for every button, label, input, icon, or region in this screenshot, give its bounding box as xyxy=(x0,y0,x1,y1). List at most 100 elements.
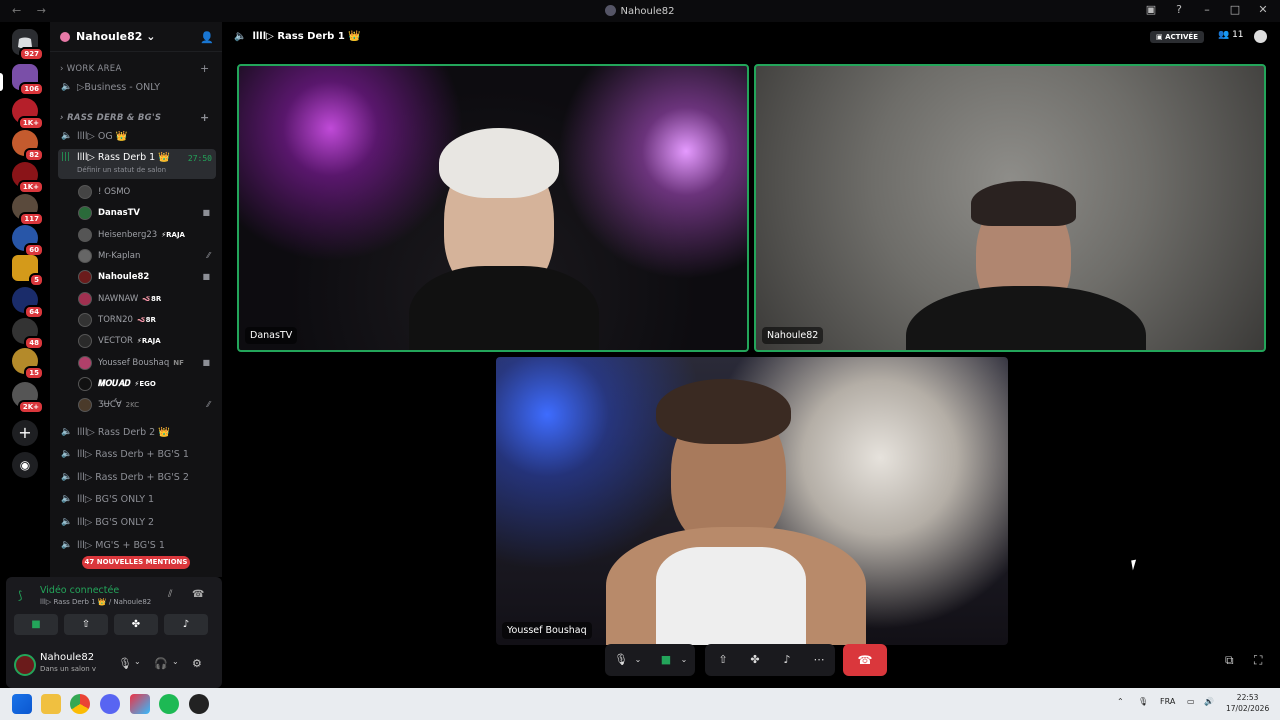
server-icon[interactable]: 2K+ xyxy=(12,382,44,414)
soundboard-button[interactable]: ♪ xyxy=(164,614,208,635)
server-icon[interactable]: 64 xyxy=(12,287,44,319)
channel-label: llll▷ Rass Derb 2 👑 xyxy=(77,426,171,438)
camera-icon: ■ xyxy=(202,272,210,281)
server-icon[interactable]: 5 xyxy=(12,255,44,287)
file-explorer-icon[interactable] xyxy=(41,694,61,714)
channel-rass-bg-2[interactable]: 🔈 lll▷ Rass Derb + BG'S 2 xyxy=(58,467,216,487)
signal-icon[interactable]: ⟆ xyxy=(18,589,22,602)
voice-user[interactable]: Mr-Kaplan ⁄⁄ xyxy=(78,245,216,266)
more-icon[interactable]: ⋯ xyxy=(805,644,833,676)
camera-icon[interactable]: ■ xyxy=(655,644,677,676)
fullscreen-icon[interactable]: ⛶ xyxy=(1254,653,1262,668)
screen-share-icon[interactable]: ⇧ xyxy=(709,644,737,676)
server-icon[interactable]: 60 xyxy=(12,225,44,257)
discord-icon[interactable] xyxy=(100,694,120,714)
start-icon[interactable] xyxy=(12,694,32,714)
tray-mic-icon[interactable]: 🎙 xyxy=(1138,697,1148,706)
disconnect-icon[interactable]: ☎ xyxy=(192,589,204,600)
channel-label: lll▷ Rass Derb + BG'S 2 xyxy=(77,471,189,483)
chevron-down-icon[interactable]: ⌄ xyxy=(134,657,141,666)
user-name[interactable]: Nahoule82 xyxy=(40,652,94,663)
channel-business[interactable]: 🔈 ▷ Business - ONLY xyxy=(58,77,216,97)
channel-og[interactable]: 🔈 llll▷ OG 👑 xyxy=(58,126,216,146)
channel-bg-only-2[interactable]: 🔈 lll▷ BG'S ONLY 2 xyxy=(58,512,216,532)
headphones-icon[interactable]: 🎧 xyxy=(154,657,168,670)
category-rass[interactable]: › RASS DERB & BG'S + xyxy=(60,111,209,124)
channel-bg-only-1[interactable]: 🔈 lll▷ BG'S ONLY 1 xyxy=(58,489,216,509)
category-label: RASS DERB & BG'S xyxy=(67,113,162,123)
channel-status[interactable]: Définir un statut de salon xyxy=(77,166,166,174)
server-icon[interactable]: 117 xyxy=(12,194,44,226)
new-mentions-pill[interactable]: 47 NOUVELLES MENTIONS xyxy=(82,556,190,569)
user-avatar[interactable] xyxy=(14,654,36,676)
help-icon[interactable]: ? xyxy=(1172,3,1186,16)
network-icon[interactable]: ▭ xyxy=(1187,697,1195,706)
soundboard-icon[interactable]: ♪ xyxy=(773,644,801,676)
voice-channel-path[interactable]: lll▷ Rass Derb 1 👑 / Nahoule82 xyxy=(40,598,151,606)
app-icon[interactable] xyxy=(189,694,209,714)
voice-user[interactable]: ƷɄƇⱯ 2KC ⁄⁄ xyxy=(78,394,216,415)
screen-share-icon[interactable]: ▣ xyxy=(1144,3,1158,16)
channel-rass-derb-1[interactable]: ||| llll▷ Rass Derb 1 👑 27:50 Définir un st… xyxy=(58,149,216,179)
chevron-down-icon[interactable]: ⌄ xyxy=(631,644,645,676)
voice-user[interactable]: DanasTV ■ xyxy=(78,202,216,223)
server-icon[interactable]: 48 xyxy=(12,318,44,350)
add-channel-icon[interactable]: + xyxy=(200,62,210,75)
discover-icon[interactable]: ◉ xyxy=(12,452,38,478)
voice-user[interactable]: VECTOR ⚡RAJA xyxy=(78,330,216,351)
volume-icon[interactable]: 🔊 xyxy=(1204,697,1214,706)
spotify-icon[interactable] xyxy=(159,694,179,714)
active-badge[interactable]: ▣ ACTIVÉE xyxy=(1150,31,1204,43)
server-icon[interactable]: 1K+ xyxy=(12,98,44,130)
close-button[interactable]: ✕ xyxy=(1256,3,1270,16)
server-icon[interactable]: 82 xyxy=(12,130,44,162)
voice-user[interactable]: Heisenberg23 ⚡RAJA xyxy=(78,224,216,245)
system-clock[interactable]: 22:53 17/02/2026 xyxy=(1226,692,1269,714)
input-language[interactable]: FRA xyxy=(1160,697,1175,706)
app-icon[interactable] xyxy=(130,694,150,714)
noise-suppression-icon[interactable]: ⫽ xyxy=(168,589,172,600)
chat-icon[interactable] xyxy=(1254,30,1267,43)
microphone-icon[interactable]: 🎙 xyxy=(611,644,631,676)
server-header[interactable]: Nahoule82 ⌄ 👤 xyxy=(50,22,222,52)
voice-user[interactable]: 𝑴𝑶𝑼𝑨𝑫 ⚡EGO xyxy=(78,373,216,394)
chrome-icon[interactable] xyxy=(70,694,90,714)
activities-button[interactable]: ✤ xyxy=(114,614,158,635)
voice-user[interactable]: Nahoule82 ■ xyxy=(78,266,216,287)
maximize-button[interactable]: □ xyxy=(1228,3,1242,16)
tray-expand-icon[interactable]: ⌃ xyxy=(1117,697,1124,706)
server-icon[interactable]: 1K+ xyxy=(12,162,44,194)
settings-gear-icon[interactable]: ⚙ xyxy=(192,657,202,670)
category-work[interactable]: › WORK AREA + xyxy=(60,62,209,75)
cap-shape xyxy=(656,379,791,444)
video-tile-youssef[interactable]: Youssef Boushaq xyxy=(496,357,1008,645)
voice-user[interactable]: NAWNAW 🪱8R xyxy=(78,288,216,309)
video-tile-nahoule82[interactable]: Nahoule82 xyxy=(754,64,1266,352)
activities-icon[interactable]: ✤ xyxy=(741,644,769,676)
muted-icon: ⁄⁄ xyxy=(207,400,210,409)
dm-home-icon[interactable]: 927 xyxy=(12,29,44,61)
camera-button[interactable]: ■ xyxy=(14,614,58,635)
chevron-down-icon[interactable]: ⌄ xyxy=(677,644,691,676)
add-server-icon[interactable]: + xyxy=(12,420,38,446)
server-icon[interactable]: 15 xyxy=(12,348,44,380)
minimize-button[interactable]: – xyxy=(1200,3,1214,16)
microphone-icon[interactable]: 🎙 xyxy=(118,657,132,670)
add-friend-icon[interactable]: 👤 xyxy=(200,31,214,44)
hang-up-button[interactable]: ☎ xyxy=(843,644,887,676)
screen-share-button[interactable]: ⇧ xyxy=(64,614,108,635)
server-icon[interactable]: 106 xyxy=(12,64,44,96)
user-panel: Nahoule82 Dans un salon v 🎙 ⌄ 🎧 ⌄ ⚙ xyxy=(6,640,222,688)
popout-icon[interactable]: ⧉ xyxy=(1225,653,1234,668)
channel-rass-derb-2[interactable]: 🔈 llll▷ Rass Derb 2 👑 xyxy=(58,422,216,442)
voice-user[interactable]: Youssef Boushaq NF ■ xyxy=(78,352,216,373)
participants-button[interactable]: 👥 11 xyxy=(1218,30,1244,40)
add-channel-icon[interactable]: + xyxy=(200,111,210,124)
video-tile-danastv[interactable]: DanasTV xyxy=(237,64,749,352)
voice-user[interactable]: TORN20 🪱8R xyxy=(78,309,216,330)
chevron-down-icon[interactable]: ⌄ xyxy=(172,657,179,666)
voice-status[interactable]: Vidéo connectée xyxy=(40,585,119,596)
channel-mg-bg-1[interactable]: 🔈 lll▷ MG'S + BG'S 1 xyxy=(58,535,216,555)
channel-rass-bg-1[interactable]: 🔈 lll▷ Rass Derb + BG'S 1 xyxy=(58,444,216,464)
voice-user[interactable]: ! OSMO xyxy=(78,181,216,202)
